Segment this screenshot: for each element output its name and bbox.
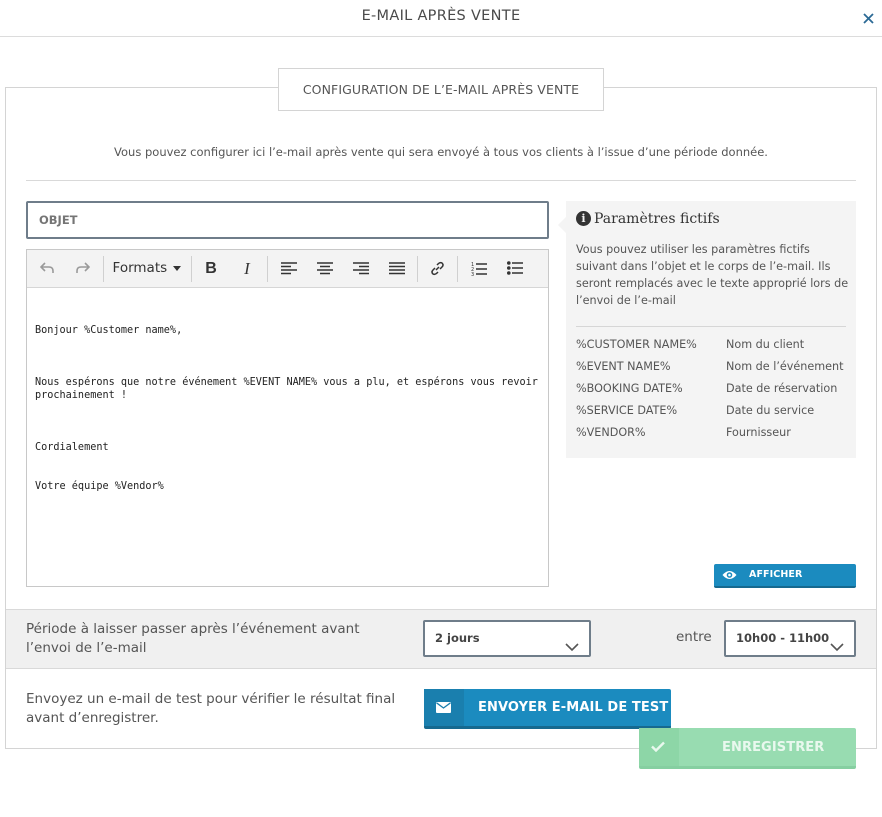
test-label: Envoyez un e-mail de test pour vérifier … bbox=[26, 691, 396, 726]
editor-line: Votre équipe %Vendor% bbox=[35, 481, 164, 492]
editor-content[interactable]: Bonjour %Customer name%, Nous espérons q… bbox=[27, 288, 548, 529]
preview-button-label: AFFICHER L’APERÇU bbox=[749, 569, 803, 602]
undo-icon[interactable] bbox=[35, 250, 59, 287]
params-list: %CUSTOMER NAME% Nom du client %EVENT NAME… bbox=[576, 338, 856, 448]
info-title: i Paramètres fictifs bbox=[576, 211, 720, 227]
param-row: %VENDOR% Fournisseur bbox=[576, 426, 856, 448]
info-title-text: Paramètres fictifs bbox=[594, 211, 720, 227]
check-icon bbox=[639, 728, 679, 766]
delay-value: 2 jours bbox=[435, 631, 480, 645]
align-justify-icon[interactable] bbox=[385, 250, 409, 287]
svg-text:3: 3 bbox=[471, 272, 474, 276]
subject-input[interactable] bbox=[26, 201, 549, 239]
formats-label: Formats bbox=[112, 260, 168, 276]
param-key: %SERVICE DATE% bbox=[576, 404, 678, 417]
delay-select[interactable]: 2 jours bbox=[423, 620, 591, 657]
placeholder-info-box: i Paramètres fictifs Vous pouvez utiliser… bbox=[558, 201, 856, 458]
redo-icon[interactable] bbox=[71, 250, 95, 287]
param-key: %BOOKING DATE% bbox=[576, 382, 683, 395]
link-icon[interactable] bbox=[425, 250, 449, 287]
align-left-icon[interactable] bbox=[277, 250, 301, 287]
send-test-label: ENVOYER E-MAIL DE TEST bbox=[478, 700, 669, 715]
param-value: Fournisseur bbox=[726, 426, 791, 439]
toolbar-separator bbox=[417, 256, 418, 282]
section-legend: CONFIGURATION DE L’E-MAIL APRÈS VENTE bbox=[278, 68, 604, 111]
dialog-title: E-MAIL APRÈS VENTE bbox=[361, 8, 521, 24]
editor-line: Bonjour %Customer name%, bbox=[35, 325, 183, 336]
param-key: %CUSTOMER NAME% bbox=[576, 338, 697, 351]
period-label: Période à laisser passer après l’événeme… bbox=[26, 621, 360, 656]
intro-text: Vous pouvez configurer ici l’e-mail aprè… bbox=[114, 145, 768, 159]
italic-button[interactable]: I bbox=[235, 250, 259, 287]
align-center-icon[interactable] bbox=[313, 250, 337, 287]
info-circle-icon: i bbox=[576, 211, 591, 226]
param-row: %CUSTOMER NAME% Nom du client bbox=[576, 338, 856, 360]
param-row: %EVENT NAME% Nom de l’événement bbox=[576, 360, 856, 382]
param-value: Date de réservation bbox=[726, 382, 838, 395]
param-row: %SERVICE DATE% Date du service bbox=[576, 404, 856, 426]
rich-text-editor[interactable]: Formats B I 123 Bonjour %Customer name%,… bbox=[26, 249, 549, 587]
eye-icon bbox=[722, 568, 737, 590]
time-value: 10h00 - 11h00 bbox=[736, 631, 830, 645]
bold-button[interactable]: B bbox=[199, 250, 223, 287]
time-select[interactable]: 10h00 - 11h00 bbox=[724, 620, 856, 657]
editor-line: Nous espérons que notre événement %EVENT… bbox=[35, 377, 545, 401]
editor-toolbar: Formats B I 123 bbox=[27, 250, 548, 288]
align-right-icon[interactable] bbox=[349, 250, 373, 287]
bullet-list-icon[interactable] bbox=[503, 250, 527, 287]
save-label: ENREGISTRER bbox=[722, 740, 825, 755]
save-button[interactable]: ENREGISTRER bbox=[639, 728, 856, 769]
info-text: Vous pouvez utiliser les paramètres fict… bbox=[576, 243, 849, 307]
info-arrow bbox=[558, 217, 566, 233]
toolbar-separator bbox=[103, 256, 104, 282]
preview-button[interactable]: AFFICHER L’APERÇU bbox=[714, 564, 856, 602]
param-row: %BOOKING DATE% Date de réservation bbox=[576, 382, 856, 404]
send-test-email-button[interactable]: ENVOYER E-MAIL DE TEST bbox=[424, 689, 671, 729]
param-value: Nom du client bbox=[726, 338, 805, 351]
toolbar-separator bbox=[191, 256, 192, 282]
param-value: Nom de l’événement bbox=[726, 360, 844, 373]
divider bbox=[26, 180, 856, 181]
between-label: entre bbox=[676, 629, 712, 645]
close-icon[interactable] bbox=[860, 8, 876, 28]
dialog-header: E-MAIL APRÈS VENTE bbox=[0, 0, 882, 37]
toolbar-separator bbox=[267, 256, 268, 282]
editor-line: Cordialement bbox=[35, 442, 109, 453]
envelope-icon bbox=[424, 689, 464, 726]
param-key: %VENDOR% bbox=[576, 426, 646, 439]
chevron-down-icon bbox=[830, 632, 844, 665]
param-value: Date du service bbox=[726, 404, 815, 417]
formats-dropdown[interactable]: Formats bbox=[109, 250, 185, 287]
chevron-down-icon bbox=[565, 632, 579, 665]
ordered-list-icon[interactable]: 123 bbox=[467, 250, 491, 287]
param-key: %EVENT NAME% bbox=[576, 360, 671, 373]
divider bbox=[576, 326, 846, 327]
toolbar-separator bbox=[457, 256, 458, 282]
